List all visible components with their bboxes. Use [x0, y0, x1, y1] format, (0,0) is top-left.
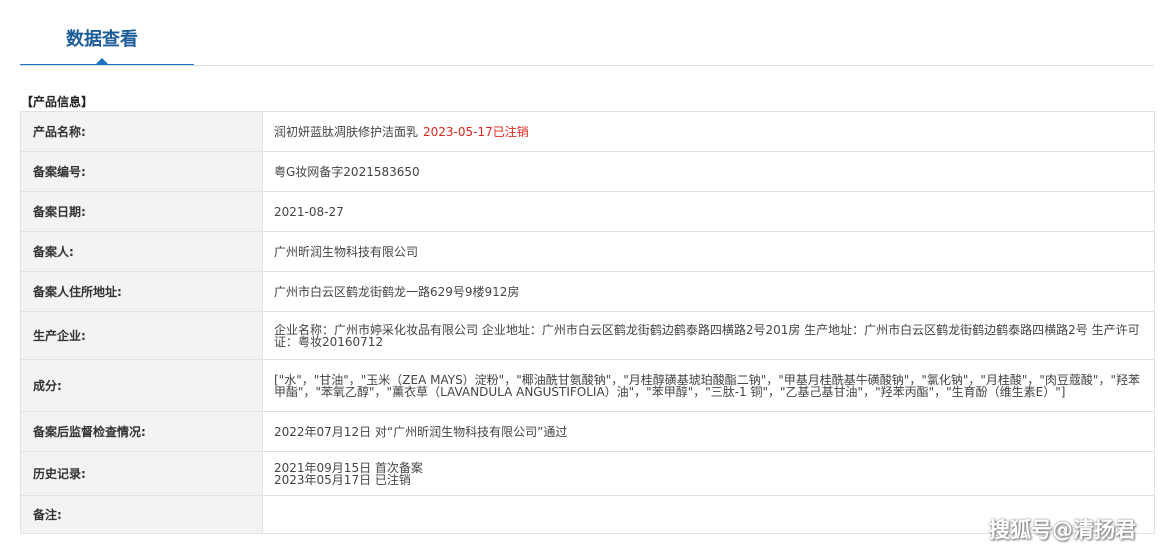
- watermark: 搜狐号@清扬君: [989, 518, 1136, 542]
- manufacturer-label: 生产企业:: [20, 311, 263, 360]
- product-name-label: 产品名称:: [20, 111, 263, 152]
- ingredients-label: 成分:: [20, 359, 263, 412]
- table-row-history: 历史记录: 2021年09月15日 首次备案 2023年05月17日 已注销: [20, 451, 1155, 496]
- ingredients-value: ["水"，"甘油"，"玉米（ZEA MAYS）淀粉"，"椰油酰甘氨酸钠"，"月桂…: [262, 359, 1155, 412]
- table-row-remarks: 备注:: [20, 495, 1155, 534]
- tab-bar: 数据查看: [0, 0, 1162, 66]
- inspection-value: 2022年07月12日 对“广州昕润生物科技有限公司”通过: [262, 411, 1155, 452]
- record-date-label: 备案日期:: [20, 191, 263, 232]
- registrant-address-label: 备案人住所地址:: [20, 271, 263, 312]
- product-status-badge: 2023-05-17已注销: [423, 124, 529, 139]
- record-number-label: 备案编号:: [20, 151, 263, 192]
- table-row-registrant: 备案人: 广州昕润生物科技有限公司: [20, 231, 1155, 272]
- history-label: 历史记录:: [20, 451, 263, 496]
- table-row-manufacturer: 生产企业: 企业名称：广州市婷采化妆品有限公司 企业地址：广州市白云区鹤龙街鹤边…: [20, 311, 1155, 360]
- product-name-value: 润初妍蓝肽凋肤修护洁面乳: [274, 124, 419, 139]
- product-name-cell: 润初妍蓝肽凋肤修护洁面乳 2023-05-17已注销: [262, 111, 1155, 152]
- table-row-product-name: 产品名称: 润初妍蓝肽凋肤修护洁面乳 2023-05-17已注销: [20, 111, 1155, 152]
- registrant-value: 广州昕润生物科技有限公司: [262, 231, 1155, 272]
- table-row-inspection: 备案后监督检查情况: 2022年07月12日 对“广州昕润生物科技有限公司”通过: [20, 411, 1155, 452]
- tab-data-view[interactable]: 数据查看: [20, 0, 194, 66]
- registrant-address-value: 广州市白云区鹤龙街鹤龙一路629号9楼912房: [262, 271, 1155, 312]
- remarks-label: 备注:: [20, 495, 263, 534]
- registrant-label: 备案人:: [20, 231, 263, 272]
- table-row-record-number: 备案编号: 粤G妆网备字2021583650: [20, 151, 1155, 192]
- table-row-ingredients: 成分: ["水"，"甘油"，"玉米（ZEA MAYS）淀粉"，"椰油酰甘氨酸钠"…: [20, 359, 1155, 412]
- manufacturer-value: 企业名称：广州市婷采化妆品有限公司 企业地址：广州市白云区鹤龙街鹤边鹤泰路四横路…: [262, 311, 1155, 360]
- history-value: 2021年09月15日 首次备案 2023年05月17日 已注销: [262, 451, 1155, 496]
- tab-divider: [20, 65, 1154, 66]
- inspection-label: 备案后监督检查情况:: [20, 411, 263, 452]
- record-date-value: 2021-08-27: [262, 191, 1155, 232]
- section-title: 【产品信息】: [21, 95, 94, 109]
- table-row-record-date: 备案日期: 2021-08-27: [20, 191, 1155, 232]
- tab-data-view-label: 数据查看: [66, 29, 138, 50]
- record-number-value: 粤G妆网备字2021583650: [262, 151, 1155, 192]
- table-row-registrant-address: 备案人住所地址: 广州市白云区鹤龙街鹤龙一路629号9楼912房: [20, 271, 1155, 312]
- product-info-table: 产品名称: 润初妍蓝肽凋肤修护洁面乳 2023-05-17已注销 备案编号: 粤G…: [20, 111, 1155, 534]
- tab-active-caret-icon: [96, 58, 108, 64]
